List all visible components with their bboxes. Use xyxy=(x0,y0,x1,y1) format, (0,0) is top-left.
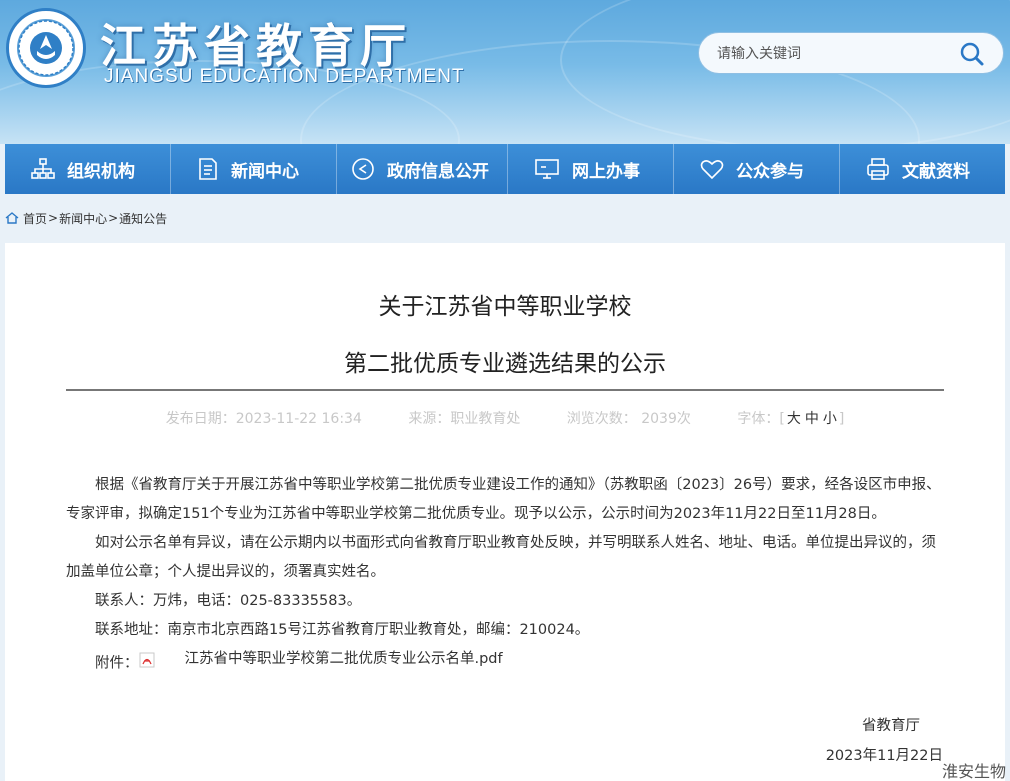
attachment-line: 附件： 江苏省中等职业学校第二批优质专业公示名单.pdf xyxy=(66,645,944,679)
search-box xyxy=(698,32,1004,74)
article-body: 根据《省教育厅关于开展江苏省中等职业学校第二批优质专业建设工作的通知》（苏教职函… xyxy=(66,471,944,679)
search-icon[interactable] xyxy=(959,41,985,67)
article-paragraph: 如对公示名单有异议，请在公示期内以书面形式向省教育厅职业教育处反映，并写明联系人… xyxy=(66,535,936,580)
view-count: 浏览次数： 2039次 xyxy=(566,411,691,427)
nav-label: 网上办事 xyxy=(572,161,640,182)
article-panel: 关于江苏省中等职业学校 第二批优质专业遴选结果的公示 发布日期：2023-11-… xyxy=(5,243,1005,781)
search-input[interactable] xyxy=(717,43,947,65)
bracket-close: ] xyxy=(838,411,845,427)
breadcrumb-notice[interactable]: 通知公告 xyxy=(119,210,167,227)
attachment-filename: 江苏省中等职业学校第二批优质专业公示名单.pdf xyxy=(184,651,503,667)
monitor-icon xyxy=(535,159,559,179)
org-chart-icon xyxy=(31,158,55,179)
nav-item-public[interactable]: 公众参与 xyxy=(674,144,840,194)
article-meta: 发布日期：2023-11-22 16:34 来源：职业教育处 浏览次数： 203… xyxy=(5,408,1005,428)
document-icon xyxy=(199,158,217,180)
signature-date: 2023年11月22日 xyxy=(825,748,943,764)
breadcrumb-separator: > xyxy=(48,211,59,225)
font-size-small-button[interactable]: 小 xyxy=(823,411,837,427)
font-size-large-button[interactable]: 大 xyxy=(787,411,801,427)
nav-label: 组织机构 xyxy=(67,161,135,182)
home-icon xyxy=(5,212,19,224)
signature-org: 省教育厅 xyxy=(862,718,920,734)
play-circle-icon xyxy=(352,158,374,180)
site-logo[interactable] xyxy=(6,8,86,88)
nav-item-org[interactable]: 组织机构 xyxy=(5,144,171,194)
publish-date: 发布日期：2023-11-22 16:34 xyxy=(165,411,362,427)
watermark: 淮安生物 xyxy=(942,762,1007,781)
article-title-line1: 关于江苏省中等职业学校 xyxy=(378,294,632,320)
article-source: 来源：职业教育处 xyxy=(408,411,521,427)
breadcrumb-separator: > xyxy=(108,211,119,225)
title-divider xyxy=(66,389,944,391)
font-size-switcher: 字体：[大中小] xyxy=(737,411,844,427)
printer-icon xyxy=(867,158,889,180)
nav-label: 文献资料 xyxy=(902,161,970,182)
nav-item-news[interactable]: 新闻中心 xyxy=(171,144,337,194)
font-size-medium-button[interactable]: 中 xyxy=(805,411,819,427)
site-subtitle: JIANGSU EDUCATION DEPARTMENT xyxy=(104,66,465,87)
article-paragraph: 根据《省教育厅关于开展江苏省中等职业学校第二批优质专业建设工作的通知》（苏教职函… xyxy=(66,477,941,522)
site-header: 江苏省教育厅 JIANGSU EDUCATION DEPARTMENT xyxy=(0,0,1010,144)
contact-address: 联系地址：南京市北京西路15号江苏省教育厅职业教育处，邮编：210024。 xyxy=(95,622,590,638)
breadcrumb-news[interactable]: 新闻中心 xyxy=(59,210,107,227)
breadcrumb: 首页 > 新闻中心 > 通知公告 xyxy=(5,208,167,228)
nav-label: 公众参与 xyxy=(736,161,804,182)
pdf-icon xyxy=(139,652,154,667)
nav-label: 政府信息公开 xyxy=(387,161,489,182)
article-title-line2: 第二批优质专业遴选结果的公示 xyxy=(344,351,666,377)
nav-item-online-service[interactable]: 网上办事 xyxy=(508,144,674,194)
attachment-link[interactable]: 江苏省中等职业学校第二批优质专业公示名单.pdf xyxy=(139,645,503,674)
breadcrumb-home[interactable]: 首页 xyxy=(23,210,47,227)
font-size-label: 字体： xyxy=(737,411,780,427)
bracket-open: [ xyxy=(779,411,785,427)
contact-person: 联系人：万炜，电话：025-83335583。 xyxy=(95,593,362,609)
nav-label: 新闻中心 xyxy=(231,161,299,182)
nav-item-gov-info[interactable]: 政府信息公开 xyxy=(337,144,508,194)
attachment-label: 附件： xyxy=(95,655,139,672)
main-nav: 组织机构 新闻中心 政府信息公开 网上办事 公众参与 文献资料 xyxy=(5,144,1005,194)
heart-icon xyxy=(700,160,724,180)
logo-emblem-icon xyxy=(18,20,74,76)
nav-item-documents[interactable]: 文献资料 xyxy=(840,144,1005,194)
